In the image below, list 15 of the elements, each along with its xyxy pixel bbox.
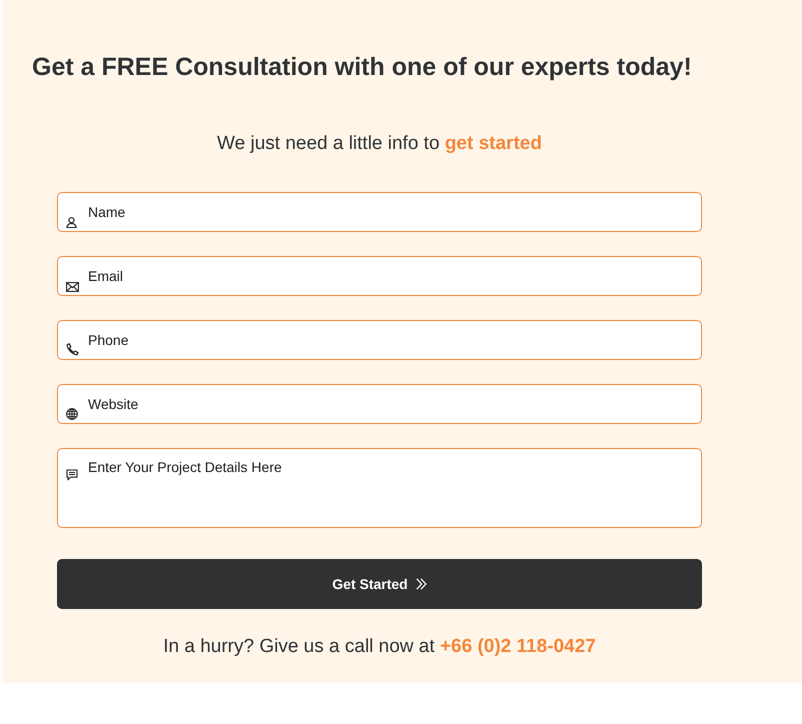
double-chevron-right-icon [416,578,427,590]
intro-text: We just need a little info to get started [217,132,542,156]
person-icon [66,217,77,228]
form-heading: Get a FREE Consultation with one of our experts today! [32,52,692,82]
globe-icon [66,408,78,420]
project-details-field[interactable]: Enter Your Project Details Here [57,448,702,528]
get-started-button[interactable]: Get Started [57,559,702,609]
phone-field[interactable]: Phone [57,320,702,360]
email-field[interactable]: Email [57,256,702,296]
phone-icon [66,343,79,356]
envelope-icon [66,282,79,292]
website-field[interactable]: Website [57,384,702,424]
name-field[interactable]: Name [57,192,702,232]
call-note-text: In a hurry? Give us a call now at +66 (0)2 118-0427 [163,635,596,659]
speech-bubble-icon [66,469,78,481]
